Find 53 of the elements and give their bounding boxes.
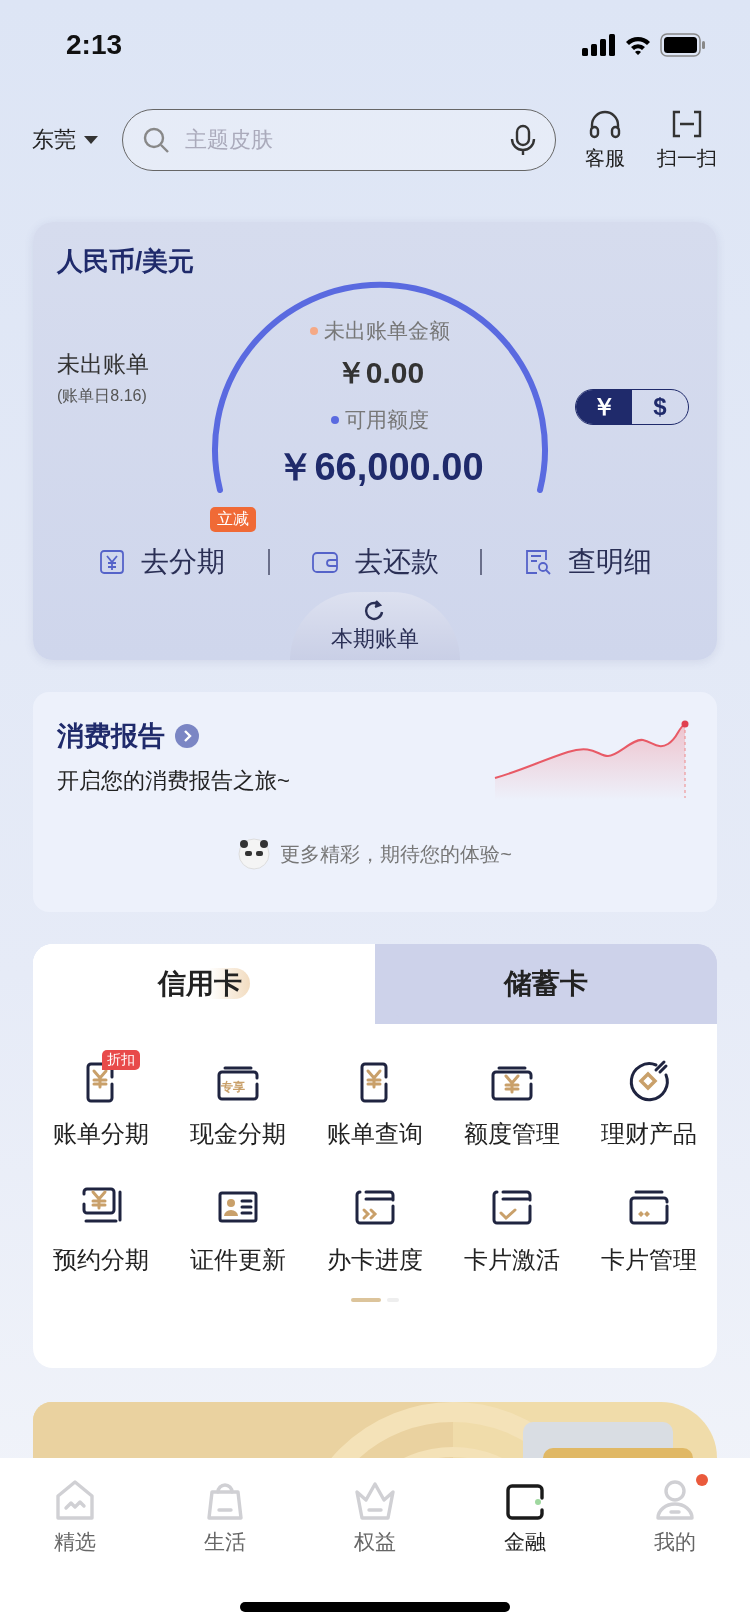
currency-toggle[interactable]: $ [632, 390, 688, 424]
service-item[interactable]: 证件更新 [190, 1184, 287, 1276]
footer-note: 更多精彩，期待您的体验~ [280, 841, 512, 867]
search-field[interactable]: 主题皮肤 [122, 109, 556, 171]
service-item[interactable]: 预约分期 [53, 1184, 150, 1276]
service-item[interactable]: 专享 现金分期 [190, 1058, 287, 1150]
nav-tab[interactable]: 金融 [450, 1476, 600, 1556]
action-button[interactable]: 去还款 [311, 543, 439, 581]
unbilled-label: 未出账单金额 [324, 318, 450, 344]
legend-dot [331, 416, 339, 424]
available-label: 可用额度 [345, 407, 429, 433]
service-item[interactable]: 理财产品 [600, 1058, 697, 1150]
nav-tab[interactable]: 我的 [600, 1476, 750, 1556]
bill-date: (账单日8.16) [57, 386, 148, 406]
service-item[interactable]: 卡片管理 [600, 1184, 697, 1276]
discount-tag: 折扣 [102, 1050, 141, 1070]
wifi-icon [624, 34, 652, 56]
customer-service-button[interactable]: 客服 [572, 108, 638, 172]
service-item[interactable]: 办卡进度 [327, 1184, 423, 1276]
unbilled-amount: ￥0.00 [335, 355, 425, 391]
battery-icon [660, 33, 706, 57]
currency-toggle[interactable]: ￥ [576, 390, 632, 424]
current-bill-tab[interactable]: 本期账单 [290, 592, 460, 660]
panda-icon [238, 838, 271, 870]
icon-caption: 专享 [221, 1079, 246, 1096]
service-item[interactable]: 额度管理 [463, 1058, 560, 1150]
chevron-icon[interactable] [175, 724, 199, 748]
nav-tab[interactable]: 生活 [150, 1476, 300, 1556]
report-title[interactable]: 消费报告 [57, 718, 165, 754]
scan-icon [671, 108, 703, 139]
nav-tab[interactable]: 精选 [0, 1476, 150, 1556]
card-title: 人民币/美元 [57, 245, 195, 278]
discount-tag: 立减 [209, 507, 256, 532]
document-search-icon [523, 548, 552, 576]
status-time: 2:13 [66, 29, 123, 61]
headset-icon [587, 108, 623, 139]
bill-status: 未出账单 [57, 350, 150, 379]
action-button[interactable]: 查明细 [523, 543, 652, 581]
microphone-icon[interactable] [510, 124, 536, 156]
wallet-icon [311, 550, 339, 574]
action-button[interactable]: 去分期 [99, 543, 226, 581]
search-icon [142, 126, 170, 154]
report-subtitle: 开启您的消费报告之旅~ [57, 767, 290, 795]
legend-dot [310, 327, 318, 335]
service-item[interactable]: 卡片激活 [463, 1184, 560, 1276]
scan-button[interactable]: 扫一扫 [654, 108, 720, 172]
yen-icon [99, 549, 126, 575]
nav-tab[interactable]: 权益 [300, 1476, 450, 1556]
signal-icon [582, 34, 616, 56]
caret-icon [84, 136, 98, 144]
available-amount: ￥66,000.00 [276, 445, 484, 490]
service-item[interactable]: 账单查询 [327, 1058, 423, 1150]
city-selector[interactable]: 东莞 [32, 125, 76, 155]
